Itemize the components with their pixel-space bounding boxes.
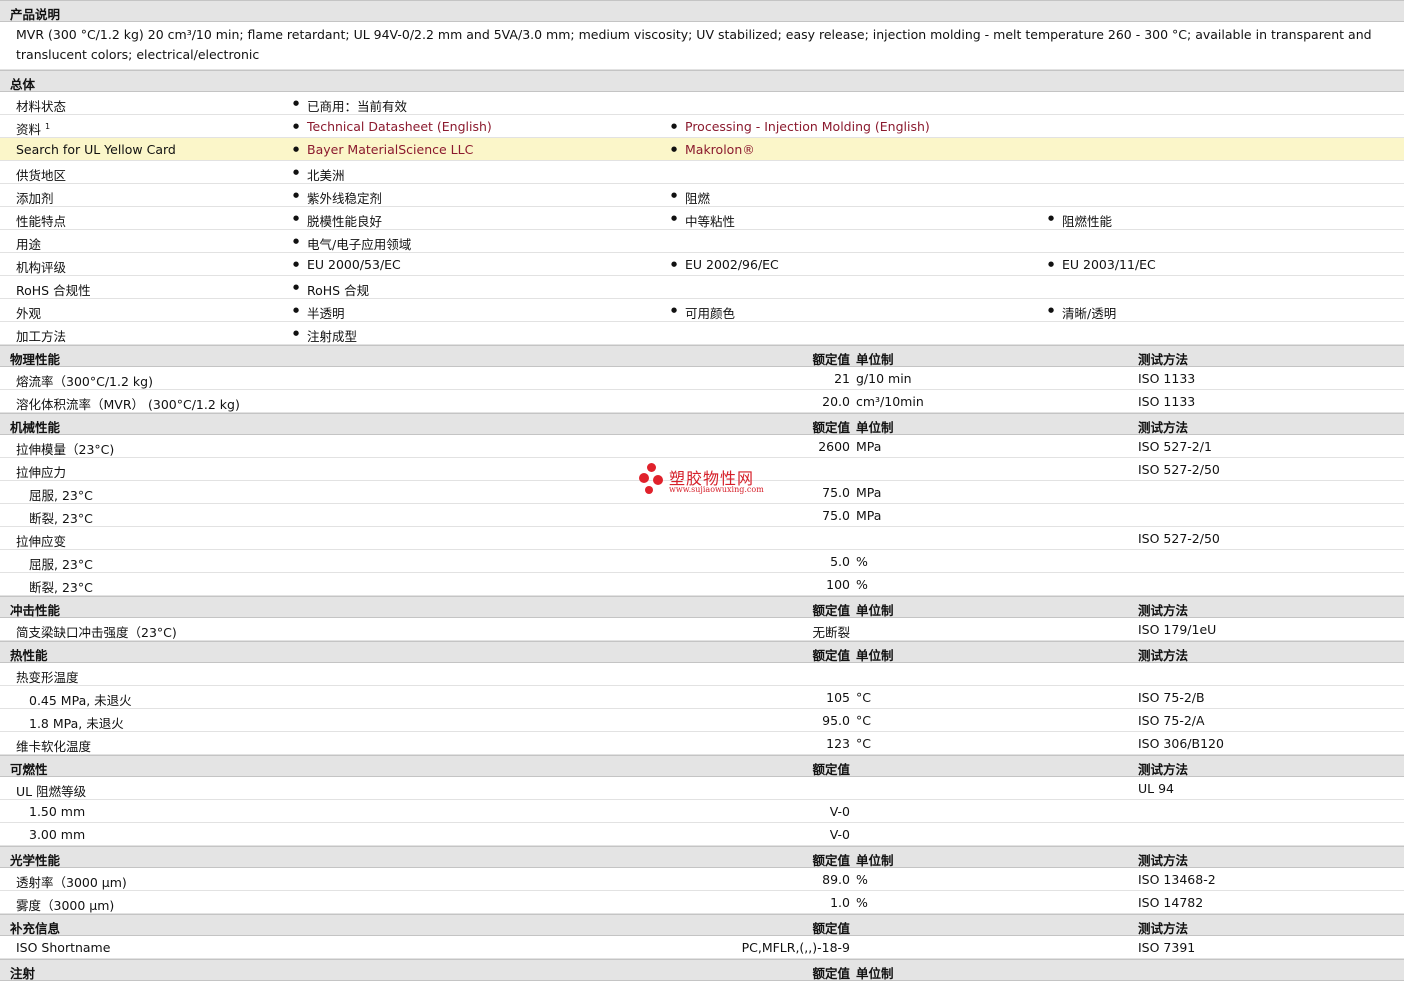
section-injection: 注射 额定值 单位制 [0,959,1404,981]
property-subrow: 0.45 MPa, 未退火 105 °C ISO 75-2/B [0,686,1404,709]
property-subrow: 1.8 MPa, 未退火 95.0 °C ISO 75-2/A [0,709,1404,732]
property-subrow: 1.50 mm V-0 [0,800,1404,823]
general-row-rohs: RoHS 合规性RoHS 合规 [0,276,1404,299]
property-subrow: 断裂, 23°C 100% [0,573,1404,596]
section-general: 总体 [0,70,1404,92]
property-row: UL 阻燃等级 UL 94 [0,777,1404,800]
general-row-processing: 加工方法注射成型 [0,322,1404,345]
technical-datasheet-link[interactable]: Technical Datasheet (English) [293,119,492,134]
general-row-documents: 资料 1Technical Datasheet (English)Process… [0,115,1404,138]
property-row: 雾度（3000 µm) 1.0% ISO 14782 [0,891,1404,914]
property-subrow: 屈服, 23°C 5.0% [0,550,1404,573]
section-mechanical: 机械性能 额定值 单位制 测试方法 [0,413,1404,435]
property-row: 透射率（3000 µm) 89.0% ISO 13468-2 [0,868,1404,891]
general-row-ul-yellow-card: Search for UL Yellow Card Bayer MaterialS… [0,138,1404,161]
general-row-uses: 用途电气/电子应用领域 [0,230,1404,253]
property-subrow: 3.00 mm V-0 [0,823,1404,846]
property-row: 简支梁缺口冲击强度（23°C) 无断裂 ISO 179/1eU [0,618,1404,641]
general-row-agency-ratings: 机构评级EU 2000/53/ECEU 2002/96/ECEU 2003/11… [0,253,1404,276]
property-row: 维卡软化温度 123 °C ISO 306/B120 [0,732,1404,755]
general-row-features: 性能特点脱模性能良好中等粘性阻燃性能 [0,207,1404,230]
property-row: 熔流率（300°C/1.2 kg) 21 g/10 min ISO 1133 [0,367,1404,390]
watermark-dot-icon [647,463,656,472]
section-thermal: 热性能 额定值 单位制 测试方法 [0,641,1404,663]
general-row-appearance: 外观半透明可用颜色清晰/透明 [0,299,1404,322]
property-subrow: 断裂, 23°C 75.0 MPa [0,504,1404,527]
supplier-link[interactable]: Bayer MaterialScience LLC [293,142,473,157]
property-row: 拉伸模量（23°C) 2600 MPa ISO 527-2/1 [0,435,1404,458]
watermark-dot-icon [639,473,649,483]
product-description: MVR (300 °C/1.2 kg) 20 cm³/10 min; flame… [0,22,1404,70]
watermark-logo: 塑胶物性网 www.sujiaowuxing.com [638,463,778,497]
brand-link[interactable]: Makrolon® [671,142,755,157]
section-optical: 光学性能 额定值 单位制 测试方法 [0,846,1404,868]
section-impact: 冲击性能 额定值 单位制 测试方法 [0,596,1404,618]
section-physical: 物理性能 额定值 单位制 测试方法 [0,345,1404,367]
section-additional: 补充信息 额定值 测试方法 [0,914,1404,936]
ul-yellow-card-link[interactable]: Search for UL Yellow Card [16,142,176,157]
section-flammability: 可燃性 额定值 测试方法 [0,755,1404,777]
general-row-additives: 添加剂紫外线稳定剂阻燃 [0,184,1404,207]
property-row: 溶化体积流率（MVR） (300°C/1.2 kg) 20.0 cm³/10min I… [0,390,1404,413]
watermark-dot-icon [653,475,663,485]
property-row: 热变形温度 [0,663,1404,686]
section-description: 产品说明 [0,0,1404,22]
property-row: 拉伸应变 ISO 527-2/50 [0,527,1404,550]
general-row-status: 材料状态已商用：当前有效 [0,92,1404,115]
watermark-dot-icon [645,486,653,494]
property-row: ISO Shortname PC,MFLR,(,,)-18-9 ISO 7391 [0,936,1404,959]
watermark-url: www.sujiaowuxing.com [669,485,764,494]
processing-guide-link[interactable]: Processing - Injection Molding (English) [671,119,930,134]
general-row-region: 供货地区北美洲 [0,161,1404,184]
